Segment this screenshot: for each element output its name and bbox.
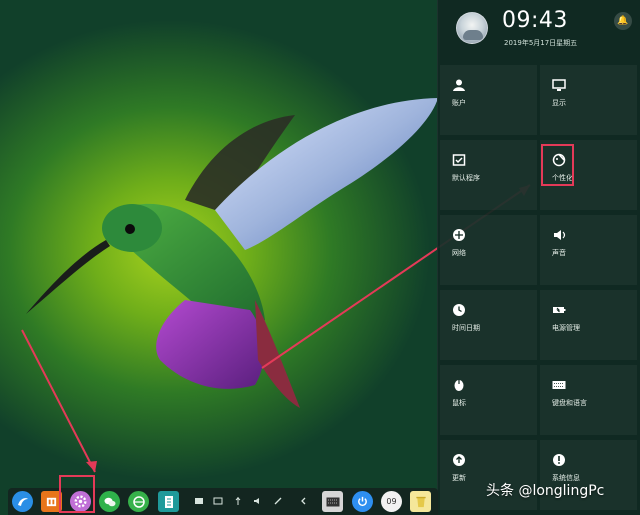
bell-icon: 🔔 — [617, 16, 629, 26]
tile-accounts[interactable]: 账户 — [440, 65, 537, 135]
chevron-left-icon[interactable] — [298, 496, 310, 508]
file-icon[interactable] — [158, 491, 179, 512]
control-center-panel: 09:43 2019年5月17日星期五 🔔 账户 显示 默认程序 个性化 网络 — [437, 0, 640, 515]
wechat-icon[interactable] — [99, 491, 120, 512]
tile-power[interactable]: 电源管理 — [540, 290, 637, 360]
tile-label: 更新 — [452, 474, 466, 482]
clock-time: 09:43 — [502, 8, 568, 33]
tile-sound[interactable]: 声音 — [540, 215, 637, 285]
tile-keyboard-language[interactable]: 键盘和语言 — [540, 365, 637, 435]
keyboard-icon — [552, 378, 566, 392]
onboard-keyboard-icon[interactable] — [322, 491, 343, 512]
launcher-icon[interactable] — [12, 491, 33, 512]
tile-label: 电源管理 — [552, 324, 580, 332]
watermark-text: 头条 @longlingPc — [486, 483, 605, 499]
tile-display[interactable]: 显示 — [540, 65, 637, 135]
trash-icon[interactable] — [410, 491, 431, 512]
monitor-icon — [552, 78, 566, 92]
browser-icon[interactable] — [128, 491, 149, 512]
tile-label: 时间日期 — [452, 324, 480, 332]
tile-label: 默认程序 — [452, 174, 480, 182]
default-apps-icon — [452, 153, 466, 167]
info-icon — [552, 453, 566, 467]
input-tray-icon[interactable] — [212, 496, 224, 508]
notification-bell-button[interactable]: 🔔 — [614, 12, 632, 30]
pen-tray-icon[interactable] — [272, 496, 284, 508]
clock-widget-icon[interactable]: 09 — [381, 491, 402, 512]
power-icon[interactable] — [352, 491, 373, 512]
mouse-icon — [452, 378, 466, 392]
user-icon — [452, 78, 466, 92]
tile-network[interactable]: 网络 — [440, 215, 537, 285]
personalization-highlight-box — [541, 144, 574, 186]
tile-date-time[interactable]: 时间日期 — [440, 290, 537, 360]
tile-default-apps[interactable]: 默认程序 — [440, 140, 537, 210]
network-icon — [452, 228, 466, 242]
clock-widget-label: 09 — [386, 497, 397, 506]
tile-label: 键盘和语言 — [552, 399, 587, 407]
clock-date: 2019年5月17日星期五 — [504, 39, 578, 47]
speaker-icon — [552, 228, 566, 242]
user-avatar[interactable] — [456, 12, 488, 44]
tile-mouse[interactable]: 鼠标 — [440, 365, 537, 435]
update-icon — [452, 453, 466, 467]
tile-label: 账户 — [452, 99, 466, 107]
clock-icon — [452, 303, 466, 317]
dock-control-center-highlight-box — [59, 475, 95, 513]
tile-label: 显示 — [552, 99, 566, 107]
tile-label: 声音 — [552, 249, 566, 257]
screenshot-tray-icon[interactable] — [193, 496, 205, 508]
usb-tray-icon[interactable] — [232, 496, 244, 508]
tile-label: 鼠标 — [452, 399, 466, 407]
volume-tray-icon[interactable] — [252, 496, 264, 508]
tile-label: 网络 — [452, 249, 466, 257]
battery-icon — [552, 303, 566, 317]
